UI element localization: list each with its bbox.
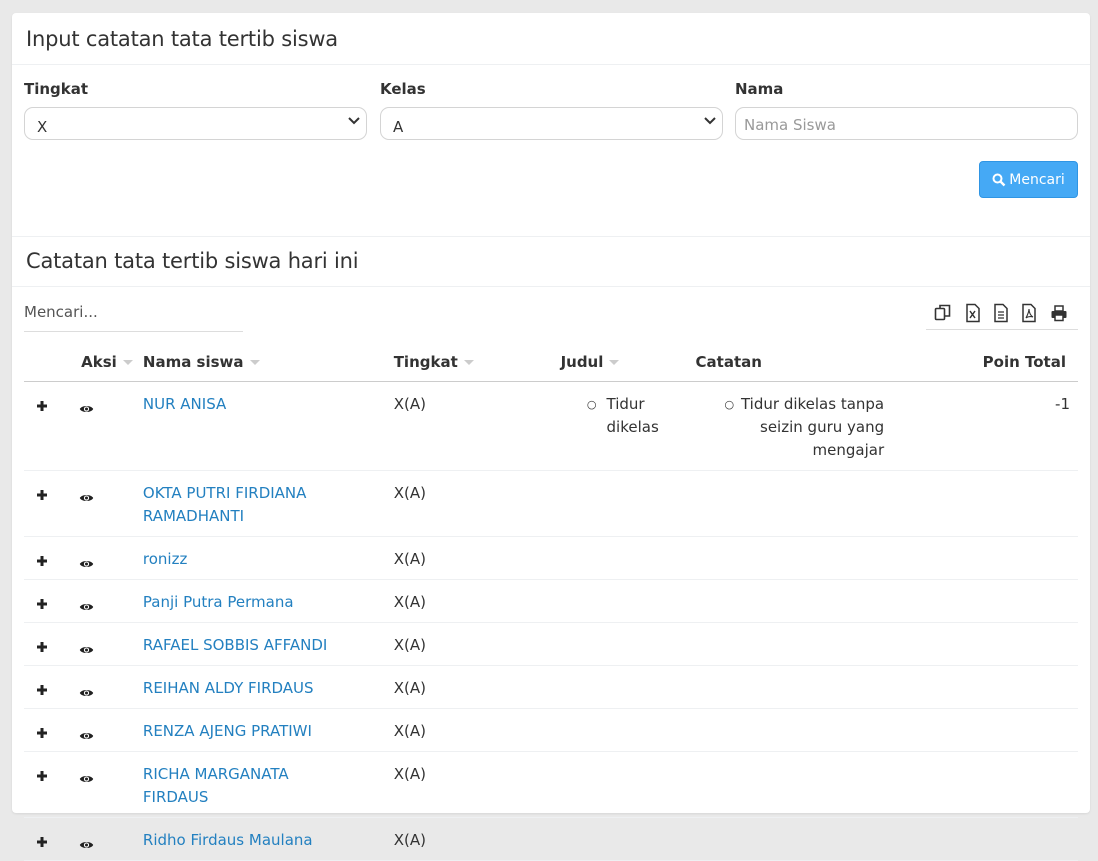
catatan-table: Aksi Nama siswa Tingkat Judul Catatan Po… [24, 343, 1078, 861]
expand-plus-icon[interactable] [36, 396, 48, 419]
tingkat-cell: X(A) [393, 722, 426, 740]
divider [12, 236, 1090, 237]
col-judul[interactable]: Judul [560, 343, 696, 382]
table-row: RICHA MARGANATA FIRDAUS X(A) [24, 751, 1078, 818]
table-row: REIHAN ALDY FIRDAUS X(A) [24, 665, 1078, 709]
mencari-button-label: Mencari [1009, 171, 1065, 188]
catatan-text: Tidur dikelas tanpa seizin guru yang men… [740, 395, 885, 459]
judul-text: Tidur dikelas [606, 395, 659, 436]
kelas-label: Kelas [380, 80, 426, 98]
excel-icon[interactable] [964, 303, 982, 323]
copy-icon[interactable] [934, 303, 952, 323]
table-row: NUR ANISA X(A) ○ Tidur dikelas ○ Tidur dikela… [24, 381, 1078, 471]
table-row: OKTA PUTRI FIRDIANA RAMADHANTI X(A) [24, 470, 1078, 537]
col-poin-total[interactable]: Poin Total [884, 343, 1078, 382]
nama-siswa-link[interactable]: REIHAN ALDY FIRDAUS [143, 677, 314, 700]
table-search-input[interactable]: Mencari... [24, 303, 243, 332]
nama-siswa-link[interactable]: ronizz [143, 548, 187, 571]
expand-plus-icon[interactable] [36, 832, 48, 855]
table-row: RAFAEL SOBBIS AFFANDI X(A) [24, 622, 1078, 666]
expand-plus-icon[interactable] [36, 485, 48, 508]
nama-siswa-link[interactable]: RICHA MARGANATA FIRDAUS [143, 763, 343, 809]
tingkat-cell: X(A) [393, 679, 426, 697]
search-icon [992, 173, 1006, 186]
table-row: RENZA AJENG PRATIWI X(A) [24, 708, 1078, 752]
kelas-value: A [393, 118, 404, 136]
view-eye-icon[interactable] [79, 398, 94, 421]
tingkat-value: X [37, 118, 48, 136]
tingkat-cell: X(A) [393, 593, 426, 611]
table-row: ronizz X(A) [24, 536, 1078, 580]
form-title: Input catatan tata tertib siswa [26, 27, 338, 51]
poin-cell: -1 [1055, 395, 1070, 413]
export-toolbar [926, 301, 1078, 330]
col-aksi[interactable]: Aksi [60, 343, 143, 382]
col-tingkat[interactable]: Tingkat [393, 343, 561, 382]
nama-siswa-input[interactable]: Nama Siswa [735, 107, 1078, 140]
expand-plus-icon[interactable] [36, 637, 48, 660]
print-icon[interactable] [1050, 303, 1068, 323]
tingkat-select[interactable]: X [24, 107, 367, 140]
col-catatan: Catatan [695, 343, 885, 382]
nama-siswa-link[interactable]: OKTA PUTRI FIRDIANA RAMADHANTI [143, 482, 343, 528]
nama-siswa-link[interactable]: RAFAEL SOBBIS AFFANDI [143, 634, 327, 657]
expand-plus-icon[interactable] [36, 723, 48, 746]
tingkat-cell: X(A) [393, 484, 426, 502]
expand-plus-icon[interactable] [36, 766, 48, 789]
nama-siswa-link[interactable]: Panji Putra Permana [143, 591, 294, 614]
today-title: Catatan tata tertib siswa hari ini [26, 249, 359, 273]
view-eye-icon[interactable] [79, 596, 94, 619]
tingkat-cell: X(A) [393, 550, 426, 568]
csv-icon[interactable] [992, 303, 1010, 323]
divider [12, 64, 1090, 65]
col-nama-siswa[interactable]: Nama siswa [142, 343, 394, 382]
kelas-select[interactable]: A [380, 107, 723, 140]
view-eye-icon[interactable] [79, 487, 94, 510]
nama-siswa-link[interactable]: NUR ANISA [143, 393, 226, 416]
view-eye-icon[interactable] [79, 834, 94, 857]
expand-plus-icon[interactable] [36, 551, 48, 574]
view-eye-icon[interactable] [79, 682, 94, 705]
nama-label: Nama [735, 80, 784, 98]
nama-siswa-link[interactable]: Ridho Firdaus Maulana [143, 829, 313, 852]
expand-header [24, 343, 61, 382]
chevron-down-icon [704, 117, 716, 125]
nama-siswa-link[interactable]: RENZA AJENG PRATIWI [143, 720, 312, 743]
view-eye-icon[interactable] [79, 639, 94, 662]
tingkat-cell: X(A) [393, 395, 426, 413]
tingkat-cell: X(A) [393, 831, 426, 849]
tingkat-label: Tingkat [24, 80, 89, 98]
view-eye-icon[interactable] [79, 553, 94, 576]
divider [12, 286, 1090, 287]
main-card: Input catatan tata tertib siswa Tingkat … [12, 13, 1090, 861]
pdf-icon[interactable] [1020, 303, 1038, 323]
view-eye-icon[interactable] [79, 768, 94, 791]
table-row: Ridho Firdaus Maulana X(A) [24, 817, 1078, 861]
view-eye-icon[interactable] [79, 725, 94, 748]
chevron-down-icon [348, 117, 360, 125]
tingkat-cell: X(A) [393, 765, 426, 783]
table-row: Panji Putra Permana X(A) [24, 579, 1078, 623]
expand-plus-icon[interactable] [36, 594, 48, 617]
mencari-button[interactable]: Mencari [979, 161, 1078, 198]
expand-plus-icon[interactable] [36, 680, 48, 703]
tingkat-cell: X(A) [393, 636, 426, 654]
